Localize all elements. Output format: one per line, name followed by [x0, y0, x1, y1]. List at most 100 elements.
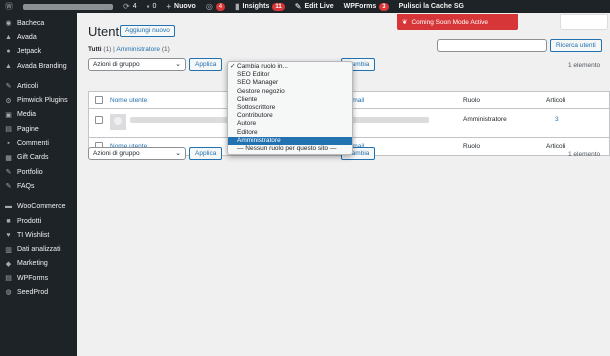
sidebar-item-pimwick[interactable]: ⚙ Pimwick Plugins [0, 93, 77, 107]
wpforms-menu[interactable]: WPForms 3 [339, 0, 394, 13]
comments-icon: ▪ [7, 140, 10, 148]
bulk-apply-button-top[interactable]: Applica [189, 58, 223, 71]
row-checkbox[interactable] [95, 116, 103, 124]
sidebar-item-gift-cards[interactable]: ▦ Gift Cards [0, 151, 77, 165]
seedprod-icon: ◍ [5, 289, 12, 297]
column-role: Ruolo [463, 97, 480, 104]
sidebar-item-jetpack[interactable]: ● Jetpack [0, 45, 77, 59]
sidebar-item-label: Media [17, 111, 37, 119]
role-option-no-role[interactable]: — Nessun ruolo per questo sito — [228, 145, 352, 153]
sidebar-item-dati-analizzati[interactable]: ▥ Dati analizzati [0, 242, 77, 256]
sidebar-item-woocommerce[interactable]: ▬ WooCommerce [0, 200, 77, 214]
sidebar-item-prodotti[interactable]: ■ Prodotti [0, 214, 77, 228]
plugin-icon: ◎ [205, 2, 213, 11]
jetpack-icon: ● [6, 48, 11, 56]
username-redacted[interactable] [130, 117, 230, 123]
site-name-menu[interactable] [18, 0, 118, 13]
sidebar-item-wpforms[interactable]: ▤ WPForms [0, 271, 77, 285]
forms-icon: ▤ [5, 275, 12, 283]
chevron-down-icon: ⌄ [175, 150, 181, 157]
wp-logo-menu[interactable]: Ⓦ [0, 0, 18, 13]
role-option-seo-editor[interactable]: SEO Editor [228, 71, 352, 79]
giftcard-icon: ▦ [5, 154, 12, 162]
role-option-contributor[interactable]: Contributore [228, 112, 352, 120]
sidebar-item-avada-branding[interactable]: ▲ Avada Branding [0, 59, 77, 73]
sidebar-item-label: Pagine [17, 125, 39, 133]
wpforms-badge: 3 [379, 2, 389, 11]
sidebar-item-label: TI Wishlist [17, 231, 50, 239]
sidebar-item-label: WooCommerce [17, 203, 66, 211]
insights-badge: 11 [272, 2, 285, 11]
sidebar-item-articoli[interactable]: ✎ Articoli [0, 79, 77, 93]
sidebar-item-label: Bacheca [17, 19, 45, 27]
change-role-dropdown[interactable]: Cambia ruolo in... SEO Editor SEO Manage… [227, 61, 353, 156]
site-name-redacted [23, 3, 113, 10]
sidebar-item-label: WPForms [17, 274, 49, 282]
comment-icon: ▪ [146, 2, 150, 11]
megaphone-icon: ◆ [5, 260, 12, 268]
sidebar-item-portfolio[interactable]: ✎ Portfolio [0, 165, 77, 179]
search-users-input[interactable] [437, 39, 547, 52]
row-posts-count[interactable]: 3 [555, 116, 559, 123]
sidebar-item-label: Jetpack [17, 48, 42, 56]
view-admin-link[interactable]: Amministratore [116, 46, 160, 53]
sidebar-item-avada[interactable]: ▲ Avada [0, 30, 77, 44]
pages-icon: ▤ [5, 126, 12, 134]
new-label: Nuovo [174, 3, 196, 10]
products-icon: ■ [6, 217, 11, 225]
role-option-shop-manager[interactable]: Gestore negozio [228, 88, 352, 96]
sidebar-item-label: FAQs [17, 182, 35, 190]
new-content-menu[interactable]: + Nuovo [161, 0, 200, 13]
sidebar-item-seedprod[interactable]: ◍ SeedProd [0, 285, 77, 299]
select-all-checkbox[interactable] [95, 96, 103, 104]
email-redacted[interactable] [349, 117, 429, 123]
sidebar-item-label: Dati analizzati [17, 246, 61, 254]
insights-menu[interactable]: ▮ Insights 11 [230, 0, 290, 13]
pin-icon: ✎ [5, 83, 12, 91]
role-option-customer[interactable]: Cliente [228, 96, 352, 104]
comments-count: 0 [152, 3, 157, 10]
sidebar-item-commenti[interactable]: ▪ Commenti [0, 136, 77, 150]
bulk-actions-select-bottom[interactable]: Azioni di gruppo ⌄ [88, 147, 186, 160]
role-option-author[interactable]: Autore [228, 120, 352, 128]
column-username[interactable]: Nome utente [110, 97, 147, 104]
updates-menu[interactable]: ⟳ 4 [118, 0, 142, 13]
insights-icon: ▮ [235, 2, 240, 11]
bulk-actions-select-top[interactable]: Azioni di gruppo ⌄ [88, 58, 186, 71]
sidebar-item-ti-wishlist[interactable]: ♥ TI Wishlist [0, 228, 77, 242]
sidebar-item-label: Portfolio [17, 168, 43, 176]
search-users-button[interactable]: Ricerca utenti [550, 39, 602, 52]
sidebar-item-marketing[interactable]: ◆ Marketing [0, 257, 77, 271]
sidebar-item-faqs[interactable]: ✎ FAQs [0, 179, 77, 193]
purge-cache-menu[interactable]: Pulisci la Cache SG [394, 0, 469, 13]
role-option-administrator[interactable]: Amministratore [228, 136, 352, 145]
edit-live-label: Edit Live [304, 3, 334, 10]
purge-cache-label: Pulisci la Cache SG [398, 3, 465, 10]
seedprod-leaf-icon: ❦ [402, 19, 408, 26]
sidebar-item-pagine[interactable]: ▤ Pagine [0, 122, 77, 136]
sidebar-item-label: Prodotti [17, 217, 42, 225]
bulk-actions-value: Azioni di gruppo [93, 61, 140, 68]
bulk-apply-button-bottom[interactable]: Applica [189, 147, 223, 160]
column-posts-footer: Articoli [546, 143, 566, 150]
screen-options-tab[interactable] [560, 14, 608, 30]
admin-sidebar: ◉ Bacheca ▲ Avada ● Jetpack ▲ Avada Branding… [0, 13, 77, 356]
edit-live-menu[interactable]: ✎ Edit Live [290, 0, 339, 13]
add-new-user-button[interactable]: Aggiungi nuovo [120, 25, 175, 37]
pin-icon: ✎ [5, 183, 12, 191]
view-all-link[interactable]: Tutti [88, 46, 102, 53]
role-option-placeholder[interactable]: Cambia ruolo in... [228, 63, 352, 71]
sidebar-item-bacheca[interactable]: ◉ Bacheca [0, 16, 77, 30]
role-option-editor[interactable]: Editore [228, 129, 352, 137]
avada-icon: ▲ [5, 33, 12, 41]
chevron-down-icon: ⌄ [175, 61, 181, 68]
role-option-subscriber[interactable]: Sottoscrittore [228, 104, 352, 112]
coming-soon-notice[interactable]: ❦ Coming Soon Mode Active [397, 14, 518, 30]
role-option-seo-manager[interactable]: SEO Manager [228, 79, 352, 87]
insights-label: Insights [242, 3, 270, 10]
view-admin-count: (1) [161, 46, 170, 53]
sidebar-item-label: Pimwick Plugins [17, 97, 68, 105]
comments-menu[interactable]: ▪ 0 [142, 0, 162, 13]
sidebar-item-media[interactable]: ▣ Media [0, 108, 77, 122]
plugin-notice-menu[interactable]: ◎ 4 [201, 0, 230, 13]
